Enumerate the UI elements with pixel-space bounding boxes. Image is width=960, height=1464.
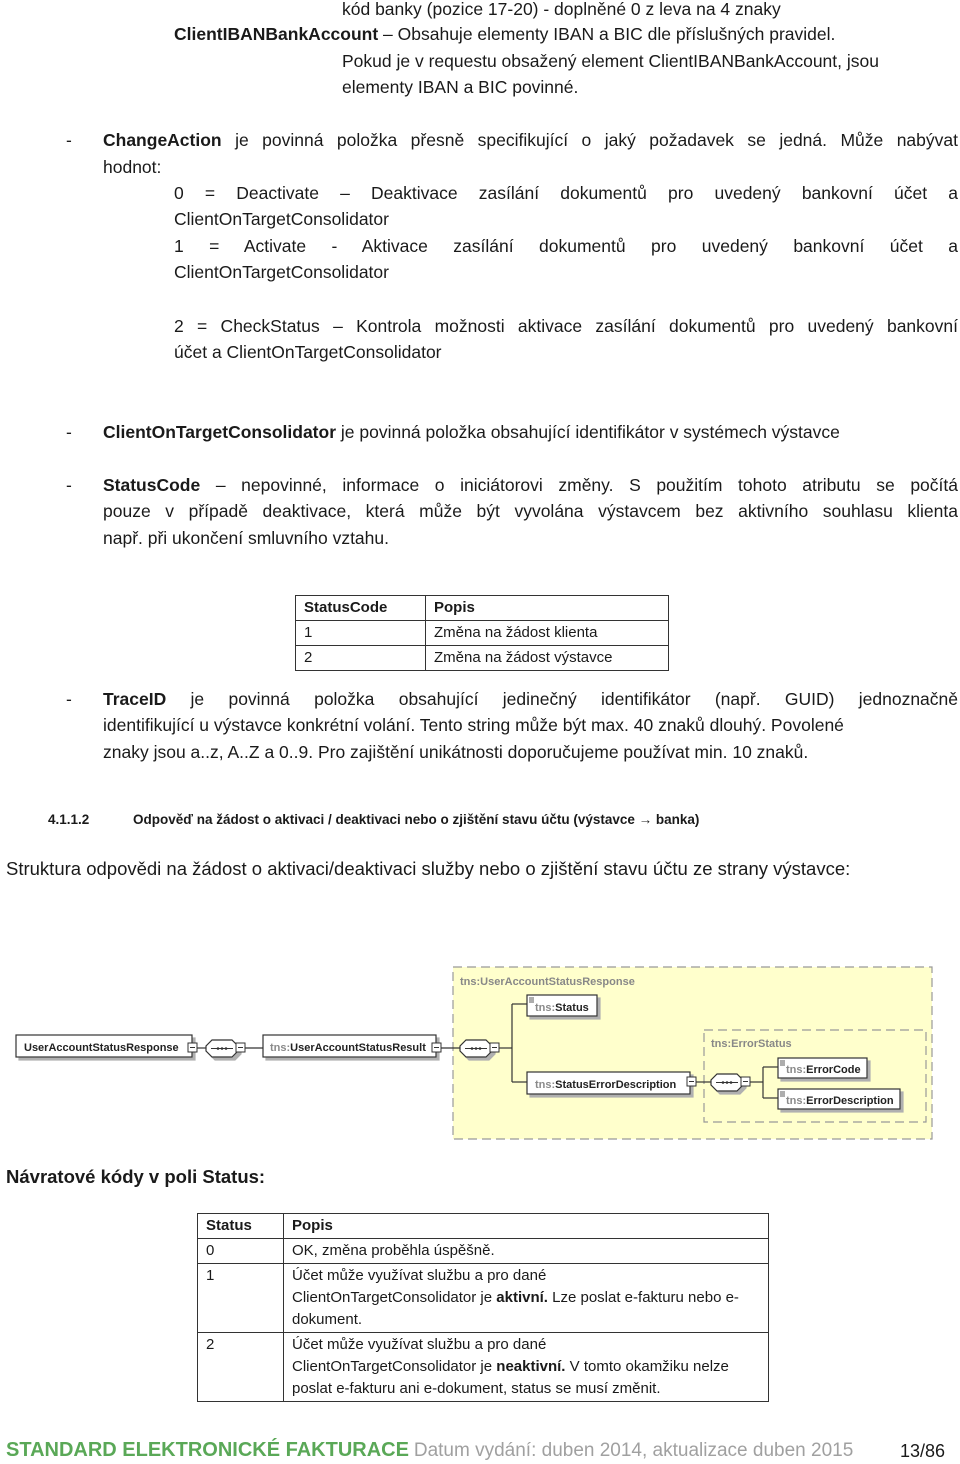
client-iban-text: – Obsahuje elementy IBAN a BIC dle přísl…: [378, 24, 836, 44]
table-header: Popis: [425, 595, 669, 621]
change-action-value-0: 0 = Deactivate – Deaktivace zasílání dok…: [174, 183, 958, 203]
client-iban-note-1: Pokud je v requestu obsažený element Cli…: [342, 51, 879, 71]
change-action-value-0-line2: ClientOnTargetConsolidator: [174, 209, 389, 229]
cell-text: Účet může využívat službu a pro dané: [292, 1336, 547, 1353]
collapse-icon[interactable]: [187, 1042, 198, 1053]
section-number: 4.1.1.2: [48, 812, 90, 827]
status-code-term: StatusCode: [103, 475, 201, 495]
table-cell: 2: [295, 645, 426, 671]
cell-text: ClientOnTargetConsolidator je: [292, 1289, 497, 1306]
status-code-text-1: – nepovinné, informace o iniciátorovi zm…: [200, 475, 958, 495]
status-code-line-1: StatusCode – nepovinné, informace o inic…: [103, 472, 958, 498]
table-row: 1 Účet může využívat službu a pro dané Cl…: [197, 1263, 769, 1333]
table-header: StatusCode: [295, 595, 426, 621]
sequence-compositor-icon: [710, 1073, 744, 1092]
status-error-description-node[interactable]: tns:StatusErrorDescription: [526, 1071, 691, 1095]
trace-id-text-2: identifikující u výstavce konkrétní volá…: [103, 715, 844, 735]
change-action-value-1-line2: ClientOnTargetConsolidator: [174, 262, 389, 282]
table-row: 1 Změna na žádost klienta: [295, 620, 669, 646]
return-codes-heading: Návratové kódy v poli Status:: [6, 1166, 266, 1187]
footer-date: Datum vydání: duben 2014, aktualizace du…: [413, 1440, 854, 1461]
status-element-label: tns:Status: [535, 1002, 589, 1014]
error-code-node[interactable]: tns:ErrorCode: [777, 1057, 868, 1079]
table-row: 2 Účet může využívat službu a pro dané Cl…: [197, 1332, 769, 1402]
xml-schema-diagram: tns:UserAccountStatusResponse tns:ErrorS…: [0, 955, 960, 1150]
consolidator-text: je povinná položka obsahující identifiká…: [336, 422, 840, 442]
table-cell: 2: [197, 1332, 284, 1402]
status-code-text-2: pouze v případě deaktivace, která může b…: [103, 501, 958, 521]
cell-bold-text: aktivní.: [496, 1289, 548, 1306]
cell-text: ClientOnTargetConsolidator je: [292, 1358, 497, 1375]
footer: STANDARD ELEKTRONICKÉ FAKTURACE Datum vy…: [6, 1439, 853, 1462]
table-cell: Změna na žádost klienta: [425, 620, 669, 646]
consolidator-line: ClientOnTargetConsolidator je povinná po…: [103, 419, 840, 445]
client-iban-note-2: elementy IBAN a BIC povinné.: [342, 77, 579, 97]
client-iban-term: ClientIBANBankAccount: [174, 24, 379, 44]
bank-code-line: kód banky (pozice 17-20) - doplněné 0 z …: [342, 0, 781, 19]
table-header-row: Status Popis: [197, 1213, 769, 1239]
collapse-icon[interactable]: [431, 1042, 442, 1053]
status-element-node[interactable]: tns:Status: [526, 994, 598, 1017]
table-cell: Účet může využívat službu a pro dané Clie…: [283, 1332, 769, 1402]
table-cell: 1: [197, 1263, 284, 1333]
page-number: 13/86: [900, 1441, 946, 1461]
bullet-dash: -: [66, 475, 72, 495]
client-iban-line: ClientIBANBankAccount – Obsahuje element…: [174, 21, 835, 47]
cell-text: Účet může využívat službu a pro dané: [292, 1267, 547, 1284]
status-code-text-3: např. při ukončení smluvního vztahu.: [103, 528, 389, 548]
table-header: Status: [197, 1213, 284, 1239]
trace-id-text-1: je povinná položka obsahující jedinečný …: [166, 689, 958, 709]
trace-id-term: TraceID: [103, 689, 167, 709]
collapse-icon[interactable]: [235, 1042, 246, 1053]
table-cell: Účet může využívat službu a pro dané Clie…: [283, 1263, 769, 1333]
change-action-value-2: 2 = CheckStatus – Kontrola možnosti akti…: [174, 316, 958, 336]
consolidator-term: ClientOnTargetConsolidator: [103, 422, 337, 442]
cell-bold-text: neaktivní.: [496, 1358, 566, 1375]
return-codes-table: Status Popis 0 OK, změna proběhla úspěšn…: [197, 1213, 769, 1402]
change-action-line: ChangeAction je povinná položka přesně s…: [103, 127, 958, 153]
status-code-table: StatusCode Popis 1 Změna na žádost klien…: [295, 595, 669, 671]
error-code-label: tns:ErrorCode: [786, 1064, 861, 1076]
error-group-label: tns:ErrorStatus: [711, 1038, 792, 1050]
table-cell: 1: [295, 620, 426, 646]
section-intro: Struktura odpovědi na žádost o aktivaci/…: [6, 858, 851, 879]
status-error-description-label: tns:StatusErrorDescription: [535, 1079, 676, 1091]
table-header: Popis: [283, 1213, 769, 1239]
collapse-icon[interactable]: [740, 1076, 751, 1087]
table-row: 2 Změna na žádost výstavce: [295, 645, 669, 671]
table-cell: 0: [197, 1238, 284, 1264]
bullet-dash: -: [66, 422, 72, 442]
change-action-text-2: hodnot:: [103, 157, 162, 177]
root-element-label: UserAccountStatusResponse: [24, 1042, 179, 1054]
table-row: 0 OK, změna proběhla úspěšně.: [197, 1238, 769, 1264]
section-title: Odpověď na žádost o aktivaci / deaktivac…: [133, 812, 700, 827]
trace-id-line-1: TraceID je povinná položka obsahující je…: [103, 686, 958, 712]
change-action-value-2-line2: účet a ClientOnTargetConsolidator: [174, 342, 442, 362]
collapse-icon[interactable]: [489, 1042, 500, 1053]
error-description-node[interactable]: tns:ErrorDescription: [777, 1088, 901, 1110]
error-description-label: tns:ErrorDescription: [786, 1095, 894, 1107]
sequence-compositor-icon: [205, 1039, 239, 1058]
bullet-dash: -: [66, 689, 72, 709]
collapse-icon[interactable]: [686, 1076, 697, 1087]
change-action-value-1: 1 = Activate - Aktivace zasílání dokumen…: [174, 236, 958, 256]
footer-title: STANDARD ELEKTRONICKÉ FAKTURACE: [6, 1439, 409, 1461]
table-header-row: StatusCode Popis: [295, 595, 669, 621]
result-element-node[interactable]: tns:UserAccountStatusResult: [262, 1034, 437, 1058]
group-label: tns:UserAccountStatusResponse: [460, 976, 635, 988]
group-useraccountstatusresponse: [452, 966, 933, 1140]
change-action-term: ChangeAction: [103, 130, 222, 150]
bullet-dash: -: [66, 130, 72, 150]
trace-id-text-3: znaky jsou a..z, A..Z a 0..9. Pro zajišt…: [103, 742, 809, 762]
root-element-node[interactable]: UserAccountStatusResponse: [15, 1034, 193, 1058]
table-cell: OK, změna proběhla úspěšně.: [283, 1238, 769, 1264]
table-cell: Změna na žádost výstavce: [425, 645, 669, 671]
sequence-compositor-icon: [459, 1039, 493, 1058]
change-action-text: je povinná položka přesně specifikující …: [221, 130, 958, 150]
result-element-label: tns:UserAccountStatusResult: [270, 1042, 426, 1054]
